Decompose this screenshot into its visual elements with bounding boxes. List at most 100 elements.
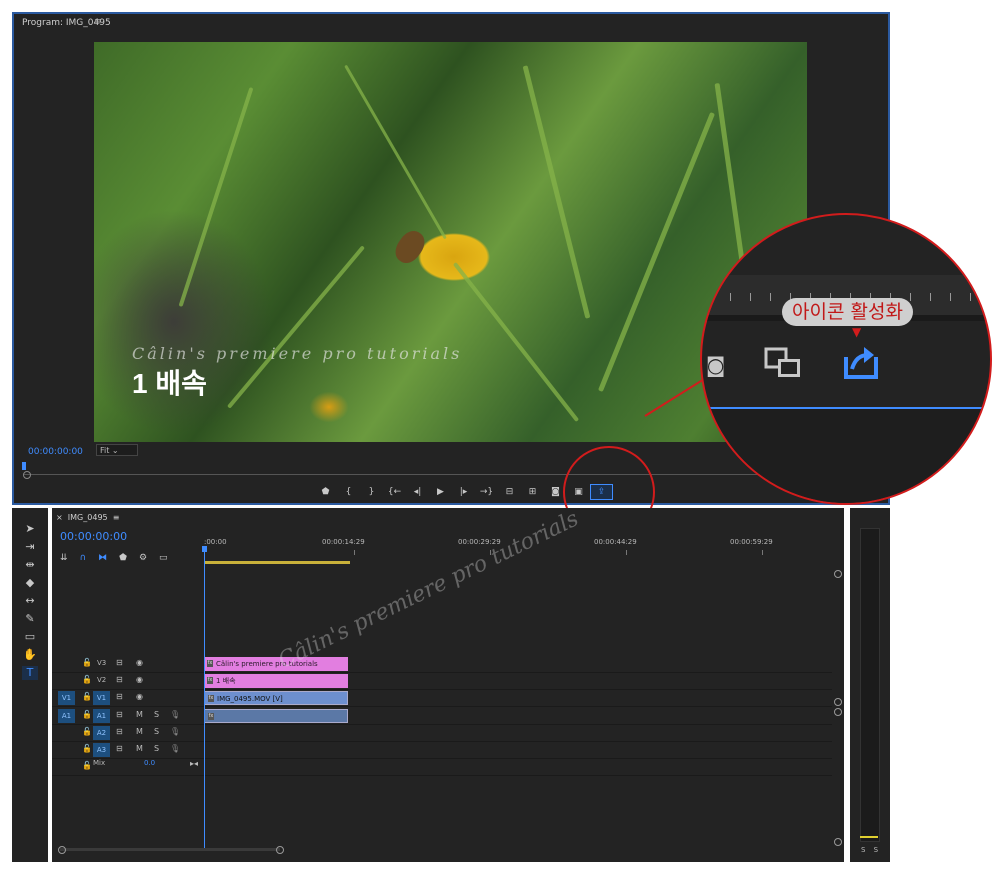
- mic-icon[interactable]: 🎙: [170, 727, 180, 736]
- timeline-tab[interactable]: × IMG_0495 ≡: [56, 513, 119, 522]
- eye-icon[interactable]: ◉: [136, 658, 143, 667]
- eye-icon[interactable]: ◉: [136, 675, 143, 684]
- vscroll-handle[interactable]: [834, 838, 842, 846]
- clip-v3[interactable]: fx Câlin's premiere pro tutorials: [204, 657, 348, 671]
- selection-icon[interactable]: ➤: [22, 522, 38, 536]
- track-name: V2: [97, 676, 107, 684]
- timeline-panel: × IMG_0495 ≡ 00:00:00:00 ⇊ ∩ ⧓ ⬟ ⚙ ▭ :00…: [52, 508, 844, 862]
- track-select-icon[interactable]: ⇥: [22, 540, 38, 554]
- clip-a1[interactable]: fx: [204, 709, 348, 723]
- scroll-handle[interactable]: [58, 846, 66, 854]
- slip-icon[interactable]: ↔: [22, 594, 38, 608]
- source-patch-a1[interactable]: A1: [58, 709, 75, 723]
- go-to-out-icon[interactable]: →}: [475, 484, 498, 500]
- clip-v1[interactable]: fx IMG_0495.MOV [V]: [204, 691, 348, 705]
- mute-icon[interactable]: M: [136, 727, 143, 736]
- lock-icon[interactable]: 🔓: [82, 692, 92, 701]
- monitor-timecode[interactable]: 00:00:00:00: [28, 447, 83, 457]
- lock-icon[interactable]: 🔓: [82, 727, 92, 736]
- sync-lock-icon[interactable]: ⊟: [116, 727, 123, 736]
- linked-selection-icon[interactable]: ⧓: [98, 553, 107, 563]
- razor-icon[interactable]: ◆: [22, 576, 38, 590]
- track-a3: 🔓 A3 ⊟ M S 🎙: [52, 742, 832, 759]
- rectangle-icon[interactable]: ▭: [22, 630, 38, 644]
- mic-icon[interactable]: 🎙: [170, 744, 180, 753]
- sync-lock-icon[interactable]: ⊟: [116, 744, 123, 753]
- mark-out-icon[interactable]: }: [360, 484, 383, 500]
- butterfly: [390, 226, 430, 268]
- sync-lock-icon[interactable]: ⊟: [116, 675, 123, 684]
- lock-icon[interactable]: 🔓: [82, 710, 92, 719]
- track-target-a2[interactable]: A2: [93, 726, 110, 740]
- scrub-track[interactable]: [24, 474, 784, 475]
- insert-icon[interactable]: ⊟: [498, 484, 521, 500]
- snap-icon[interactable]: ∩: [80, 553, 87, 563]
- mute-icon[interactable]: M: [136, 710, 143, 719]
- audio-meter-panel: S S: [850, 508, 890, 862]
- lock-icon[interactable]: 🔓: [82, 658, 92, 667]
- solo-labels[interactable]: S S: [861, 846, 881, 854]
- mic-icon[interactable]: 🎙: [170, 710, 180, 719]
- pen-icon[interactable]: ✎: [22, 612, 38, 626]
- go-to-in-icon[interactable]: {←: [383, 484, 406, 500]
- lock-icon[interactable]: 🔓: [82, 744, 92, 753]
- timeline-timecode[interactable]: 00:00:00:00: [60, 530, 127, 543]
- sync-lock-icon[interactable]: ⊟: [116, 692, 123, 701]
- mute-icon[interactable]: M: [136, 744, 143, 753]
- fit-value: Fit: [100, 446, 110, 455]
- hand-icon[interactable]: ✋: [22, 648, 38, 662]
- clip-v2[interactable]: fx 1 배속: [204, 674, 348, 688]
- overwrite-icon[interactable]: ⊞: [521, 484, 544, 500]
- ripple-edit-icon[interactable]: ⇹: [22, 558, 38, 572]
- timeline-toolbar: ⇊ ∩ ⧓ ⬟ ⚙ ▭: [60, 553, 168, 563]
- track-target-a1[interactable]: A1: [93, 709, 110, 723]
- type-icon[interactable]: T: [22, 666, 38, 680]
- captions-icon[interactable]: ▭: [159, 553, 168, 563]
- go-to-end-icon[interactable]: ▸◂: [190, 759, 198, 768]
- overlay-title-text: 1 배속: [132, 368, 207, 399]
- clip-label: 1 배속: [216, 677, 236, 685]
- mix-value[interactable]: 0.0: [144, 759, 155, 767]
- track-mix: 🔓 Mix 0.0 ▸◂: [52, 759, 832, 776]
- solo-icon[interactable]: S: [154, 727, 159, 736]
- sync-lock-icon[interactable]: ⊟: [116, 658, 123, 667]
- add-marker-icon[interactable]: ⬟: [119, 553, 127, 563]
- lock-icon[interactable]: 🔓: [82, 675, 92, 684]
- timeline-tab-label: IMG_0495: [67, 513, 108, 522]
- play-icon[interactable]: ▶: [429, 484, 452, 500]
- fit-dropdown[interactable]: Fit ⌄: [96, 444, 138, 456]
- solo-icon[interactable]: S: [154, 744, 159, 753]
- camera-icon: ◙: [706, 353, 726, 377]
- track-target-v1[interactable]: V1: [93, 691, 110, 705]
- nest-icon[interactable]: ⇊: [60, 553, 68, 563]
- track-target-a3[interactable]: A3: [93, 743, 110, 757]
- source-patch-v1[interactable]: V1: [58, 691, 75, 705]
- settings-wrench-icon[interactable]: ⚙: [139, 553, 147, 563]
- mix-label: Mix: [93, 759, 106, 767]
- vscroll-handle[interactable]: [834, 570, 842, 578]
- scrub-playhead[interactable]: [22, 462, 26, 470]
- mark-in-icon[interactable]: {: [337, 484, 360, 500]
- scroll-handle[interactable]: [276, 846, 284, 854]
- callout-arrow-icon: ▼: [852, 325, 862, 339]
- hamburger-icon[interactable]: ≡: [94, 17, 102, 27]
- sync-lock-icon[interactable]: ⊟: [116, 710, 123, 719]
- marker-icon[interactable]: ⬟: [314, 484, 337, 500]
- comparison-view-icon: [764, 347, 800, 377]
- meter-level: [860, 836, 878, 838]
- zoom-handle[interactable]: [23, 471, 31, 479]
- track-a1: A1 🔓 A1 ⊟ M S 🎙 fx: [52, 708, 832, 725]
- step-forward-icon[interactable]: |▸: [452, 484, 475, 500]
- eye-icon[interactable]: ◉: [136, 692, 143, 701]
- fx-badge-icon: fx: [207, 677, 213, 684]
- work-area-bar[interactable]: [204, 561, 350, 564]
- vscroll-handle[interactable]: [834, 708, 842, 716]
- horizontal-scrollbar[interactable]: [58, 846, 284, 854]
- playhead-line[interactable]: [204, 550, 205, 850]
- track-name: V3: [97, 659, 107, 667]
- vscroll-handle[interactable]: [834, 698, 842, 706]
- clip-label: IMG_0495.MOV [V]: [217, 695, 283, 703]
- step-back-icon[interactable]: ◂|: [406, 484, 429, 500]
- lock-icon[interactable]: 🔓: [82, 761, 92, 770]
- solo-icon[interactable]: S: [154, 710, 159, 719]
